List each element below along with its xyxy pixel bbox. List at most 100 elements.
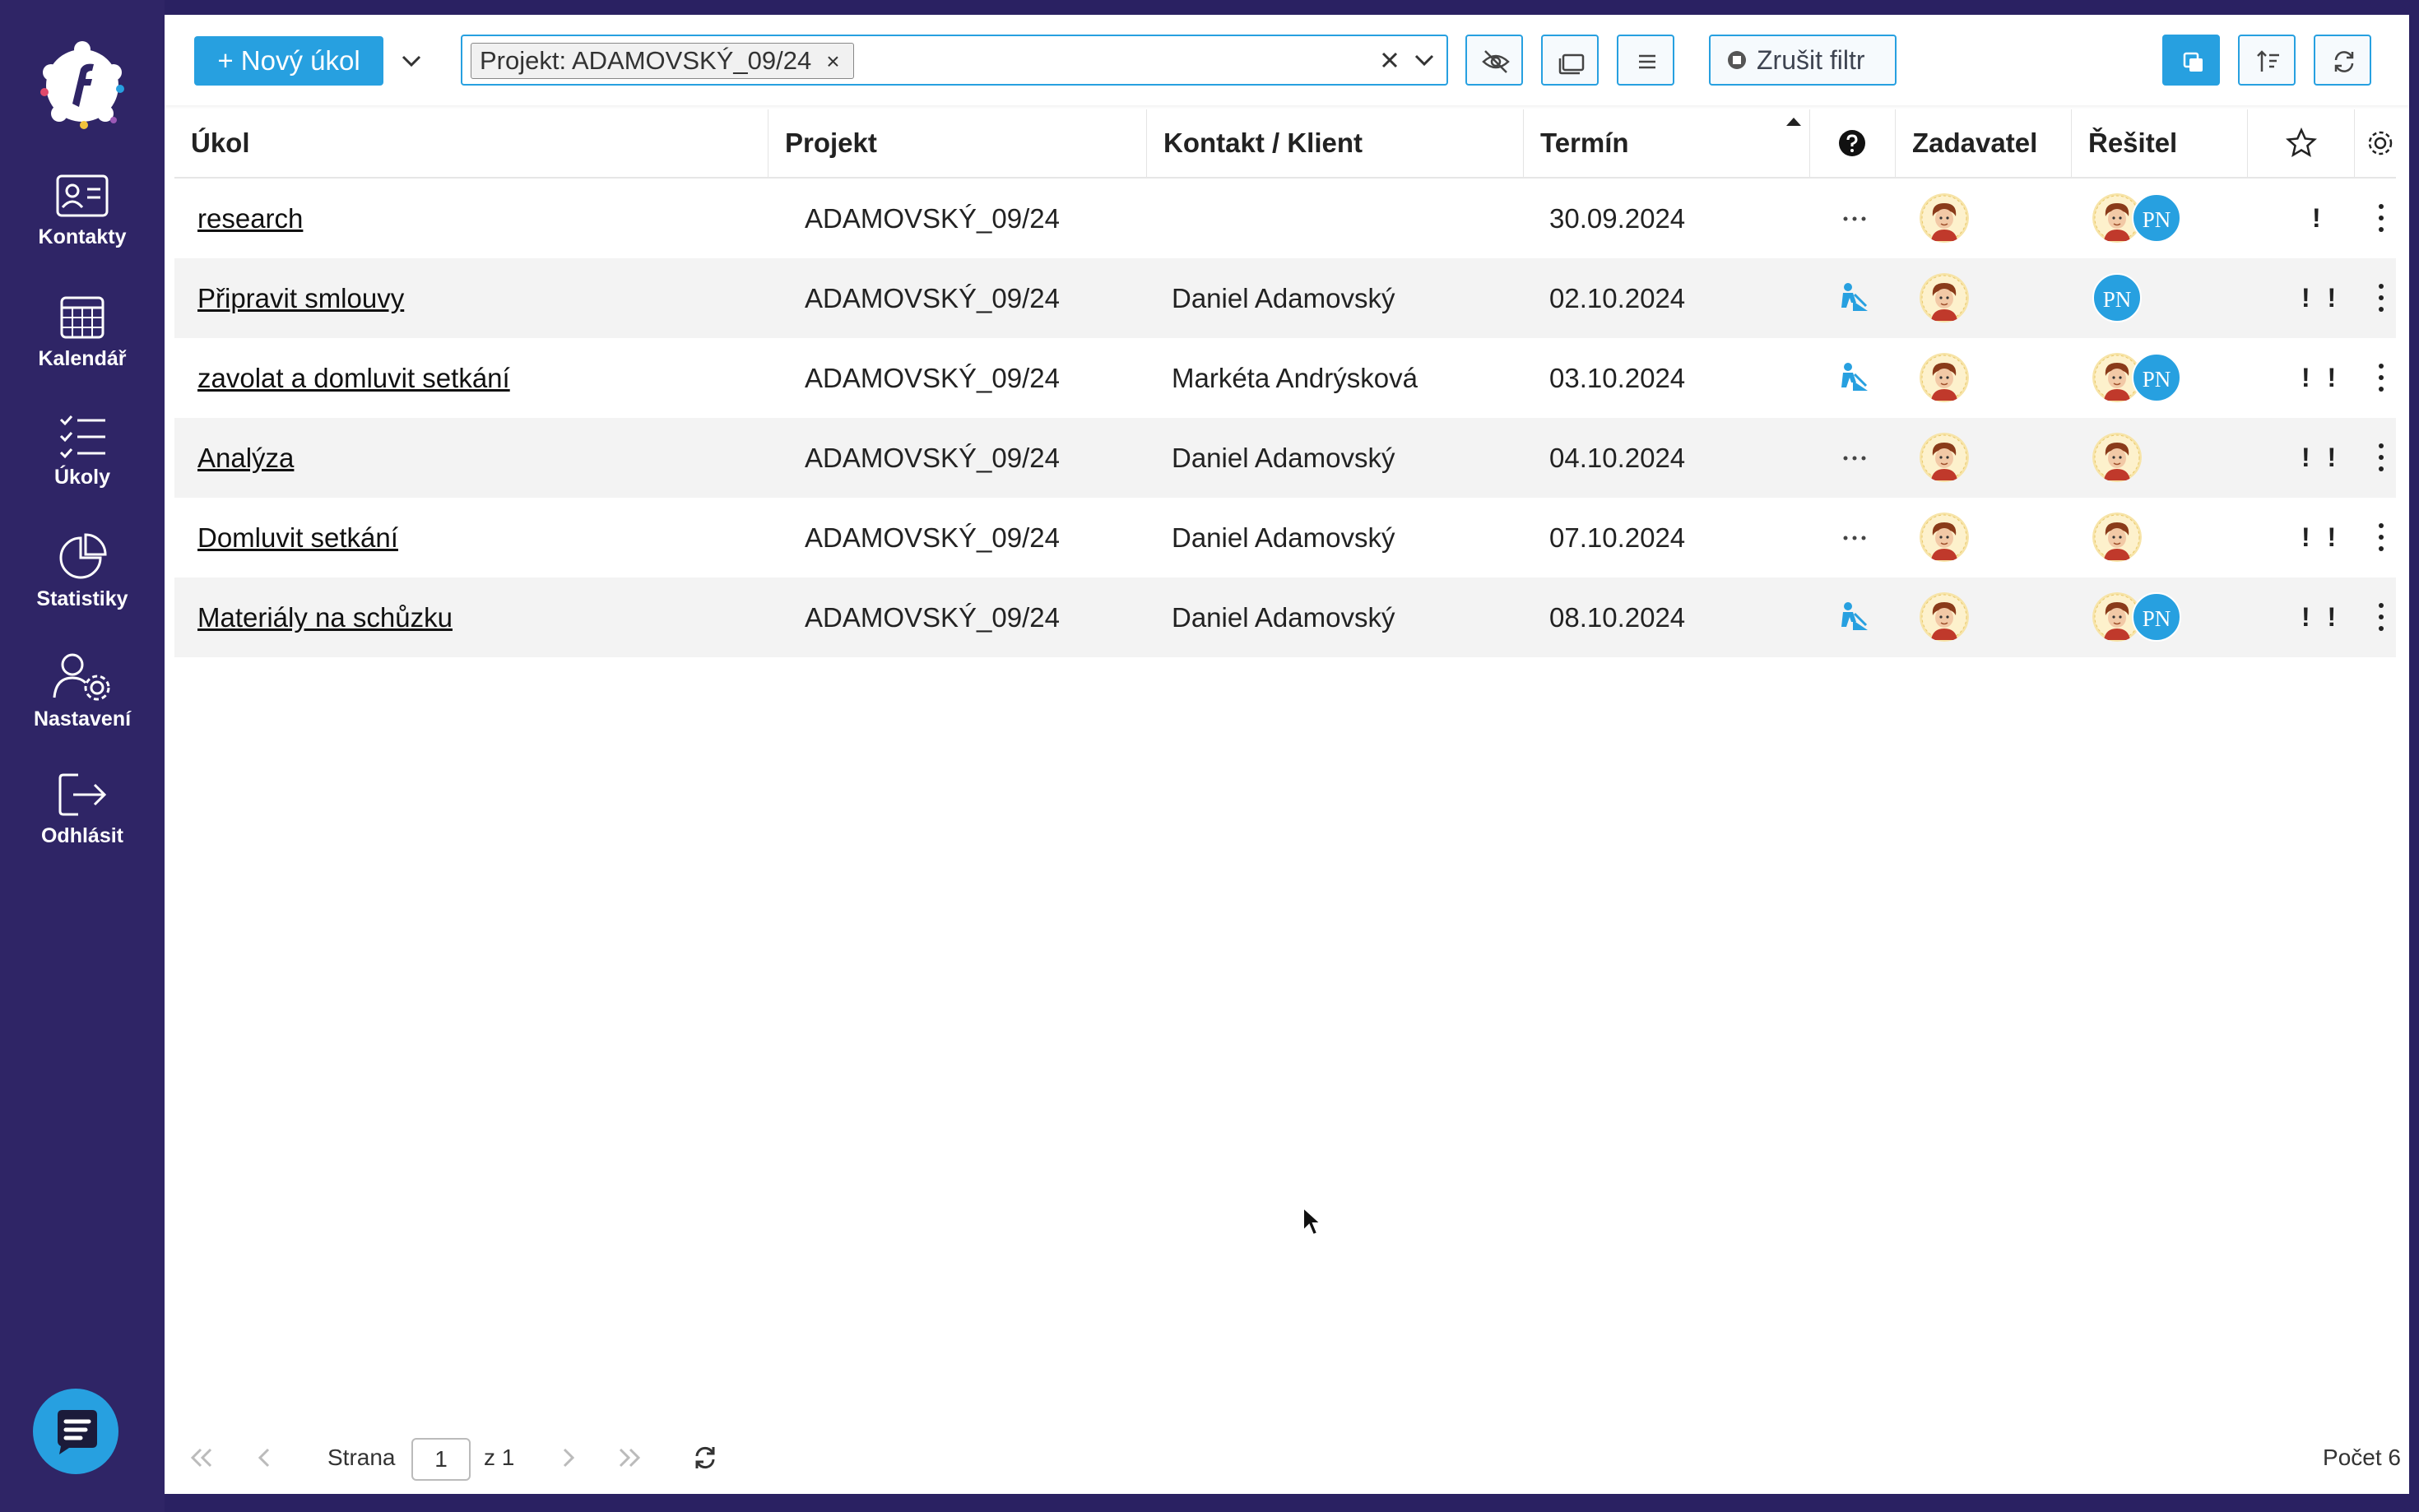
- sidebar-item-statistiky[interactable]: Statistiky: [0, 533, 165, 611]
- assigner-avatar[interactable]: [1920, 273, 1969, 322]
- sidebar-item-nastaveni[interactable]: Nastavení: [0, 652, 165, 731]
- priority-indicator[interactable]: ! !: [2301, 338, 2341, 418]
- star-icon: [2286, 128, 2317, 157]
- column-settings[interactable]: [2355, 109, 2396, 177]
- solver-initials-avatar[interactable]: PN: [2132, 193, 2181, 243]
- row-menu-icon[interactable]: [2376, 281, 2386, 314]
- assigner-avatar[interactable]: [1920, 193, 1969, 243]
- table-row[interactable]: Domluvit setkání ADAMOVSKÝ_09/24 Daniel Ad…: [174, 498, 2396, 577]
- sort-button[interactable]: [2238, 35, 2296, 86]
- new-task-button[interactable]: + Nový úkol: [194, 36, 383, 86]
- column-header-solver[interactable]: Řešitel: [2072, 109, 2248, 177]
- task-link[interactable]: Domluvit setkání: [197, 498, 398, 577]
- priority-indicator[interactable]: ! !: [2301, 577, 2341, 657]
- column-header-priority[interactable]: [2248, 109, 2355, 177]
- contact-cell: Markéta Andrýsková: [1172, 363, 1418, 393]
- pager: Strana 1 z 1 Počet 6: [165, 1422, 2409, 1494]
- table-row[interactable]: zavolat a domluvit setkání ADAMOVSKÝ_09/2…: [174, 338, 2396, 418]
- row-menu-icon[interactable]: [2376, 441, 2386, 474]
- in-progress-worker-icon[interactable]: [1838, 361, 1871, 394]
- clear-filter-button[interactable]: Zrušit filtr: [1709, 35, 1897, 86]
- solver-avatar[interactable]: [2092, 513, 2142, 562]
- column-header-project[interactable]: Projekt: [768, 109, 1147, 177]
- task-link[interactable]: zavolat a domluvit setkání: [197, 338, 510, 418]
- contact-card-icon: [56, 174, 109, 217]
- column-header-deadline[interactable]: Termín: [1524, 109, 1810, 177]
- in-progress-worker-icon[interactable]: [1838, 281, 1871, 314]
- sidebar-item-label: Nastavení: [33, 707, 132, 730]
- last-page-icon[interactable]: [615, 1445, 643, 1471]
- first-page-icon[interactable]: [188, 1445, 216, 1471]
- priority-indicator[interactable]: ! !: [2301, 418, 2341, 498]
- sidebar-item-label: Kontakty: [38, 225, 127, 248]
- solver-avatar[interactable]: [2092, 433, 2142, 482]
- task-link[interactable]: Připravit smlouvy: [197, 258, 404, 338]
- clear-icon[interactable]: [1377, 48, 1402, 72]
- copy-button[interactable]: [2162, 35, 2220, 86]
- priority-indicator[interactable]: ! !: [2301, 258, 2341, 338]
- record-count: Počet 6: [2323, 1445, 2401, 1470]
- in-progress-worker-icon[interactable]: [1838, 601, 1871, 633]
- page-number-input[interactable]: 1: [411, 1438, 471, 1481]
- app-logo[interactable]: [35, 38, 130, 133]
- pie-chart-icon: [59, 533, 107, 579]
- solver-initials-avatar[interactable]: PN: [2132, 592, 2181, 642]
- solver-initials-avatar[interactable]: PN: [2092, 273, 2142, 322]
- sidebar-item-kontakty[interactable]: Kontakty: [0, 173, 165, 249]
- stop-circle-icon: [1728, 51, 1746, 69]
- row-menu-icon[interactable]: [2376, 361, 2386, 394]
- sidebar-item-kalendar[interactable]: Kalendář: [0, 293, 165, 371]
- column-header-task[interactable]: Úkol: [174, 109, 768, 177]
- contact-cell: Daniel Adamovský: [1172, 522, 1395, 553]
- column-header-deadline-label: Termín: [1540, 128, 1629, 158]
- table-row[interactable]: research ADAMOVSKÝ_09/24 30.09.2024 PN!: [174, 179, 2396, 258]
- task-link[interactable]: research: [197, 179, 303, 258]
- table-row[interactable]: Materiály na schůzku ADAMOVSKÝ_09/24 Danie…: [174, 577, 2396, 657]
- reload-icon[interactable]: [691, 1445, 719, 1471]
- task-table: Úkol Projekt Kontakt / Klient Termín Zad…: [174, 109, 2396, 657]
- assigner-avatar[interactable]: [1920, 513, 1969, 562]
- more-status-icon[interactable]: [1841, 534, 1868, 542]
- column-header-contact[interactable]: Kontakt / Klient: [1147, 109, 1524, 177]
- hide-completed-button[interactable]: [1465, 35, 1523, 86]
- next-page-icon[interactable]: [558, 1445, 578, 1471]
- filter-input[interactable]: Projekt: ADAMOVSKÝ_09/24 ×: [461, 35, 1448, 86]
- chevron-down-icon[interactable]: [395, 44, 428, 77]
- chevron-down-icon[interactable]: [1412, 48, 1437, 72]
- eye-off-icon: [1482, 50, 1510, 73]
- chat-button[interactable]: [33, 1389, 118, 1474]
- archive-button[interactable]: [1541, 35, 1599, 86]
- tasks-list-icon: [59, 415, 105, 459]
- row-menu-icon[interactable]: [2376, 521, 2386, 554]
- solver-initials-avatar[interactable]: PN: [2132, 353, 2181, 402]
- table-row[interactable]: Analýza ADAMOVSKÝ_09/24 Daniel Adamovský 04…: [174, 418, 2396, 498]
- sidebar-item-label: Statistiky: [36, 587, 128, 610]
- project-cell: ADAMOVSKÝ_09/24: [805, 283, 1060, 313]
- deadline-cell: 07.10.2024: [1549, 522, 1686, 553]
- chip-remove-icon[interactable]: ×: [826, 49, 839, 74]
- prev-page-icon[interactable]: [255, 1445, 275, 1471]
- assigner-avatar[interactable]: [1920, 353, 1969, 402]
- assigner-avatar[interactable]: [1920, 592, 1969, 642]
- deadline-cell: 02.10.2024: [1549, 283, 1686, 313]
- column-header-assigner[interactable]: Zadavatel: [1896, 109, 2072, 177]
- mouse-cursor-icon: [1302, 1206, 1323, 1236]
- sidebar-item-odhlasit[interactable]: Odhlásit: [0, 772, 165, 848]
- assigner-avatar[interactable]: [1920, 433, 1969, 482]
- table-row[interactable]: Připravit smlouvy ADAMOVSKÝ_09/24 Daniel A…: [174, 258, 2396, 338]
- table-body: research ADAMOVSKÝ_09/24 30.09.2024 PN! Přip…: [174, 179, 2396, 657]
- list-view-button[interactable]: [1617, 35, 1674, 86]
- priority-indicator[interactable]: ! !: [2301, 498, 2341, 577]
- refresh-button[interactable]: [2314, 35, 2371, 86]
- priority-indicator[interactable]: !: [2312, 179, 2326, 258]
- task-link[interactable]: Analýza: [197, 418, 294, 498]
- task-link[interactable]: Materiály na schůzku: [197, 577, 453, 657]
- deadline-cell: 08.10.2024: [1549, 602, 1686, 633]
- more-status-icon[interactable]: [1841, 215, 1868, 223]
- column-header-status[interactable]: [1810, 109, 1896, 177]
- project-cell: ADAMOVSKÝ_09/24: [805, 443, 1060, 473]
- row-menu-icon[interactable]: [2376, 601, 2386, 633]
- sidebar-item-ukoly[interactable]: Úkoly: [0, 413, 165, 489]
- row-menu-icon[interactable]: [2376, 202, 2386, 234]
- more-status-icon[interactable]: [1841, 454, 1868, 462]
